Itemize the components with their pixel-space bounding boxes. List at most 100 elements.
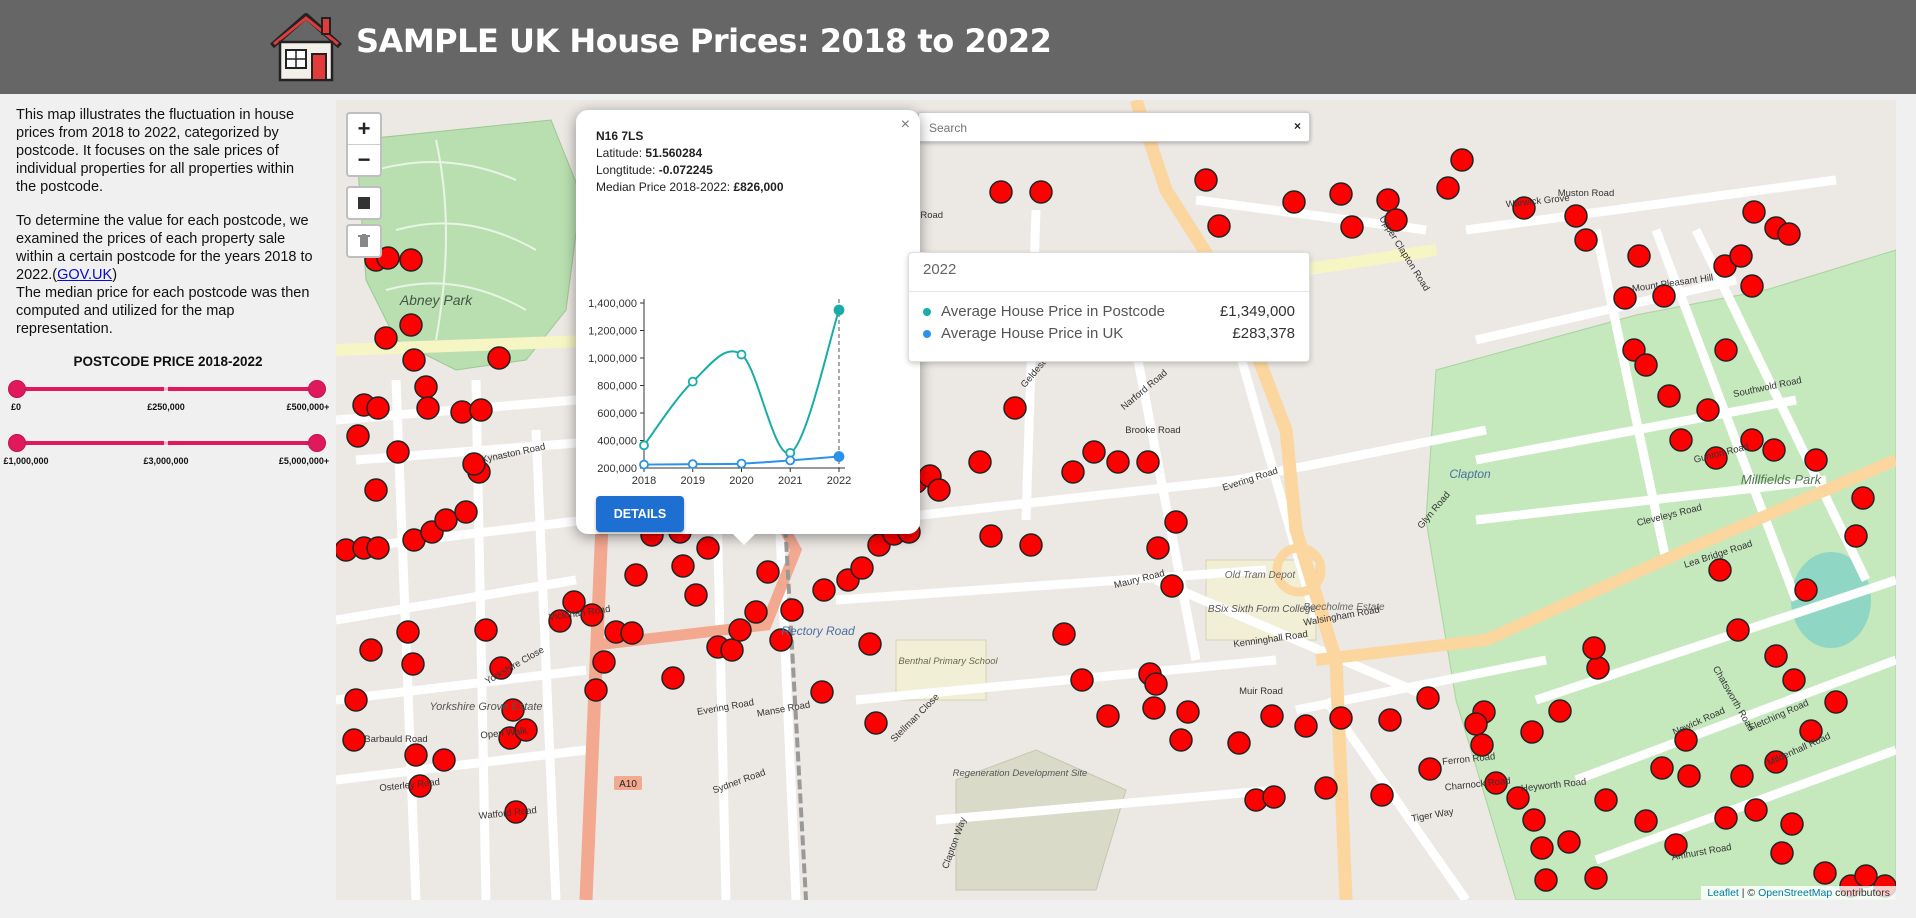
- postcode-marker[interactable]: [864, 711, 888, 735]
- postcode-marker[interactable]: [1782, 668, 1806, 692]
- postcode-marker[interactable]: [1574, 228, 1598, 252]
- postcode-marker[interactable]: [1627, 244, 1651, 268]
- postcode-marker[interactable]: [1136, 450, 1160, 474]
- postcode-marker[interactable]: [454, 500, 478, 524]
- postcode-marker[interactable]: [1070, 668, 1094, 692]
- postcode-marker[interactable]: [979, 524, 1003, 548]
- postcode-marker[interactable]: [1696, 398, 1720, 422]
- postcode-marker[interactable]: [989, 180, 1013, 204]
- search-input[interactable]: [927, 113, 1281, 143]
- map-view[interactable]: Abney Park Clapton Millfields Park Rectory …: [336, 100, 1896, 900]
- slider-max-handle[interactable]: [308, 380, 326, 398]
- postcode-marker[interactable]: [1019, 533, 1043, 557]
- slider-max-handle[interactable]: [308, 434, 326, 452]
- postcode-marker[interactable]: [1144, 672, 1168, 696]
- postcode-marker[interactable]: [580, 603, 604, 627]
- postcode-marker[interactable]: [342, 728, 366, 752]
- postcode-marker[interactable]: [1376, 188, 1400, 212]
- postcode-marker[interactable]: [1262, 785, 1286, 809]
- postcode-marker[interactable]: [1512, 196, 1536, 220]
- postcode-marker[interactable]: [1674, 728, 1698, 752]
- postcode-marker[interactable]: [1657, 384, 1681, 408]
- postcode-marker[interactable]: [850, 556, 874, 580]
- postcode-marker[interactable]: [401, 652, 425, 676]
- data-point[interactable]: [736, 349, 747, 360]
- postcode-marker[interactable]: [386, 440, 410, 464]
- postcode-marker[interactable]: [1770, 841, 1794, 865]
- data-point[interactable]: [736, 458, 747, 469]
- postcode-marker[interactable]: [1854, 864, 1878, 888]
- postcode-marker[interactable]: [416, 396, 440, 420]
- postcode-marker[interactable]: [374, 326, 398, 350]
- draw-rectangle-button[interactable]: [348, 188, 380, 218]
- postcode-marker[interactable]: [1740, 274, 1764, 298]
- data-point[interactable]: [785, 455, 796, 466]
- postcode-marker[interactable]: [1506, 786, 1530, 810]
- postcode-marker[interactable]: [1762, 438, 1786, 462]
- postcode-marker[interactable]: [810, 680, 834, 704]
- markers-layer[interactable]: [336, 100, 1896, 900]
- postcode-marker[interactable]: [396, 620, 420, 644]
- postcode-marker[interactable]: [756, 560, 780, 584]
- postcode-marker[interactable]: [1169, 728, 1193, 752]
- data-point[interactable]: [639, 459, 649, 470]
- postcode-marker[interactable]: [1582, 636, 1606, 660]
- data-point[interactable]: [687, 459, 698, 470]
- postcode-marker[interactable]: [1520, 720, 1544, 744]
- postcode-marker[interactable]: [1530, 836, 1554, 860]
- postcode-marker[interactable]: [1194, 168, 1218, 192]
- postcode-marker[interactable]: [1370, 783, 1394, 807]
- postcode-marker[interactable]: [399, 313, 423, 337]
- postcode-marker[interactable]: [1650, 756, 1674, 780]
- price-range-slider-low[interactable]: £0 £250,000 £500,000+: [8, 380, 329, 420]
- postcode-marker[interactable]: [1557, 830, 1581, 854]
- osm-link[interactable]: OpenStreetMap: [1758, 887, 1832, 899]
- postcode-marker[interactable]: [1799, 719, 1823, 743]
- postcode-marker[interactable]: [1522, 808, 1546, 832]
- postcode-marker[interactable]: [728, 618, 752, 642]
- postcode-marker[interactable]: [1714, 338, 1738, 362]
- postcode-marker[interactable]: [968, 450, 992, 474]
- postcode-marker[interactable]: [1534, 868, 1558, 892]
- postcode-marker[interactable]: [1260, 704, 1284, 728]
- popup-close-button[interactable]: ×: [901, 116, 910, 134]
- postcode-marker[interactable]: [1824, 690, 1848, 714]
- postcode-marker[interactable]: [1464, 712, 1488, 736]
- postcode-marker[interactable]: [1378, 708, 1402, 732]
- postcode-marker[interactable]: [592, 650, 616, 674]
- postcode-marker[interactable]: [1652, 284, 1676, 308]
- postcode-marker[interactable]: [359, 638, 383, 662]
- postcode-marker[interactable]: [1742, 200, 1766, 224]
- postcode-marker[interactable]: [1594, 788, 1618, 812]
- postcode-marker[interactable]: [469, 398, 493, 422]
- postcode-marker[interactable]: [1416, 686, 1440, 710]
- price-line-chart[interactable]: 200,000 400,000 600,000 800,000 1,000,000 1,2…: [576, 225, 920, 495]
- postcode-marker[interactable]: [780, 598, 804, 622]
- postcode-marker[interactable]: [1780, 812, 1804, 836]
- postcode-marker[interactable]: [346, 424, 370, 448]
- postcode-marker[interactable]: [514, 718, 538, 742]
- postcode-marker[interactable]: [1061, 460, 1085, 484]
- postcode-marker[interactable]: [1708, 558, 1732, 582]
- postcode-marker[interactable]: [1294, 714, 1318, 738]
- postcode-marker[interactable]: [1436, 176, 1460, 200]
- postcode-marker[interactable]: [1029, 180, 1053, 204]
- postcode-marker[interactable]: [344, 688, 368, 712]
- postcode-marker[interactable]: [812, 578, 836, 602]
- postcode-marker[interactable]: [584, 678, 608, 702]
- postcode-marker[interactable]: [1564, 204, 1588, 228]
- search-box[interactable]: ×: [918, 112, 1310, 143]
- postcode-marker[interactable]: [462, 452, 486, 476]
- postcode-marker[interactable]: [769, 628, 793, 652]
- postcode-marker[interactable]: [1052, 622, 1076, 646]
- postcode-marker[interactable]: [487, 346, 511, 370]
- price-range-slider-high[interactable]: £1,000,000 £3,000,000 £5,000,000+: [3, 434, 329, 474]
- postcode-marker[interactable]: [434, 508, 458, 532]
- gov-uk-link[interactable]: GOV.UK: [57, 267, 112, 283]
- postcode-marker[interactable]: [1207, 214, 1231, 238]
- postcode-marker[interactable]: [1470, 733, 1494, 757]
- postcode-marker[interactable]: [1730, 764, 1754, 788]
- postcode-marker[interactable]: [414, 375, 438, 399]
- postcode-marker[interactable]: [1146, 536, 1170, 560]
- postcode-marker[interactable]: [402, 348, 426, 372]
